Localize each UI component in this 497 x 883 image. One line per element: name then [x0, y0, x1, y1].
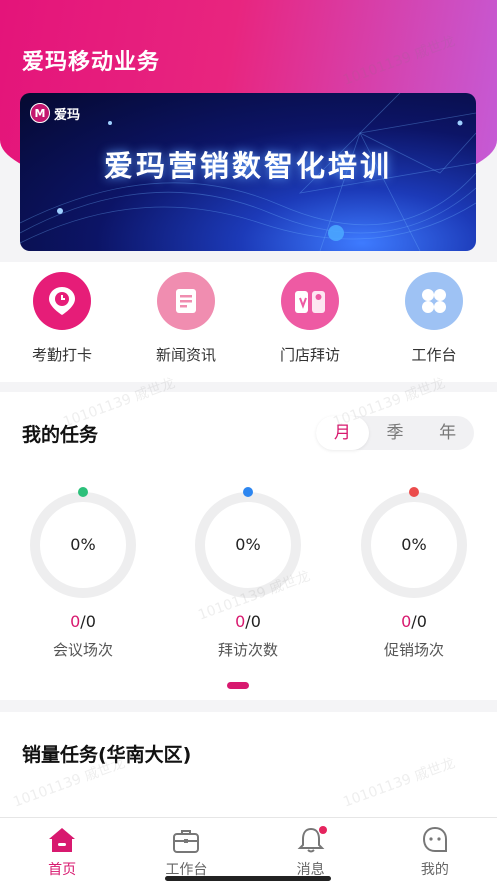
- period-tab-quarter[interactable]: 季: [369, 416, 422, 450]
- tab-home[interactable]: 首页: [0, 818, 124, 883]
- banner-logo-text: 爱玛: [54, 107, 81, 123]
- quick-action-workbench[interactable]: 工作台: [384, 272, 484, 365]
- bottom-tab-bar: 首页 工作台 消息 我的: [0, 817, 497, 883]
- brand-logo-icon: M: [30, 103, 50, 123]
- progress-percent: 0%: [235, 535, 261, 554]
- profile-face-icon: [373, 824, 497, 856]
- banner[interactable]: M 爱玛 爱玛营销数智化培训: [20, 93, 476, 251]
- task-visit[interactable]: 0% 0/0 拜访次数: [193, 487, 303, 660]
- progress-ring: 0%: [361, 487, 467, 598]
- task-done: 0: [70, 612, 81, 631]
- status-dot-icon: [243, 487, 253, 497]
- quick-action-store-visit[interactable]: 门店拜访: [260, 272, 360, 365]
- progress-percent: 0%: [70, 535, 96, 554]
- tab-messages[interactable]: 消息: [249, 818, 373, 883]
- quick-action-label: 考勤打卡: [31, 346, 92, 364]
- tab-label: 首页: [48, 862, 77, 878]
- task-count: 0/0: [28, 612, 138, 631]
- task-label: 促销场次: [383, 641, 444, 659]
- unread-badge: [318, 826, 327, 834]
- tab-label: 我的: [420, 862, 449, 878]
- task-done: 0: [401, 612, 412, 631]
- home-indicator: [165, 876, 331, 881]
- task-label: 会议场次: [52, 641, 113, 659]
- quick-action-news[interactable]: 新闻资讯: [136, 272, 236, 365]
- sales-task-title: 销量任务(华南大区): [22, 744, 192, 766]
- quick-actions: 考勤打卡 新闻资讯 门店拜访 工作台: [0, 262, 497, 382]
- task-promotion[interactable]: 0% 0/0 促销场次: [359, 487, 469, 660]
- task-meeting[interactable]: 0% 0/0 会议场次: [28, 487, 138, 660]
- task-total: /0: [245, 612, 261, 631]
- task-count: 0/0: [193, 612, 303, 631]
- status-dot-icon: [409, 487, 419, 497]
- period-tab-year[interactable]: 年: [421, 416, 474, 450]
- store-visit-icon: [281, 272, 339, 330]
- grid-icon: [405, 272, 463, 330]
- period-tab-month[interactable]: 月: [316, 416, 369, 450]
- quick-action-label: 新闻资讯: [155, 346, 216, 364]
- progress-percent: 0%: [401, 535, 427, 554]
- my-tasks-card: 我的任务 月 季 年 0% 0/0 会议场次 0% 0/0 拜访次数 0% 0/…: [0, 392, 497, 700]
- home-icon: [0, 824, 124, 856]
- status-dot-icon: [78, 487, 88, 497]
- quick-action-attendance[interactable]: 考勤打卡: [12, 272, 112, 365]
- app-title: 爱玛移动业务: [22, 50, 161, 75]
- progress-ring: 0%: [195, 487, 301, 598]
- task-label: 拜访次数: [217, 641, 278, 659]
- banner-title: 爱玛营销数智化培训: [103, 149, 392, 183]
- task-total: /0: [80, 612, 96, 631]
- quick-action-label: 工作台: [411, 346, 457, 364]
- carousel-indicator[interactable]: [227, 682, 249, 689]
- banner-logo: M 爱玛: [30, 103, 80, 123]
- my-tasks-title: 我的任务: [22, 424, 99, 446]
- task-count: 0/0: [359, 612, 469, 631]
- task-done: 0: [235, 612, 246, 631]
- progress-ring: 0%: [30, 487, 136, 598]
- briefcase-icon: [124, 824, 248, 856]
- task-total: /0: [411, 612, 427, 631]
- quick-action-label: 门店拜访: [279, 346, 340, 364]
- location-clock-icon: [33, 272, 91, 330]
- bell-icon: [249, 824, 373, 856]
- tab-profile[interactable]: 我的: [373, 818, 497, 883]
- period-tabs: 月 季 年: [316, 416, 474, 450]
- tab-workbench[interactable]: 工作台: [124, 818, 248, 883]
- document-icon: [157, 272, 215, 330]
- sales-task-card: 销量任务(华南大区): [0, 712, 497, 822]
